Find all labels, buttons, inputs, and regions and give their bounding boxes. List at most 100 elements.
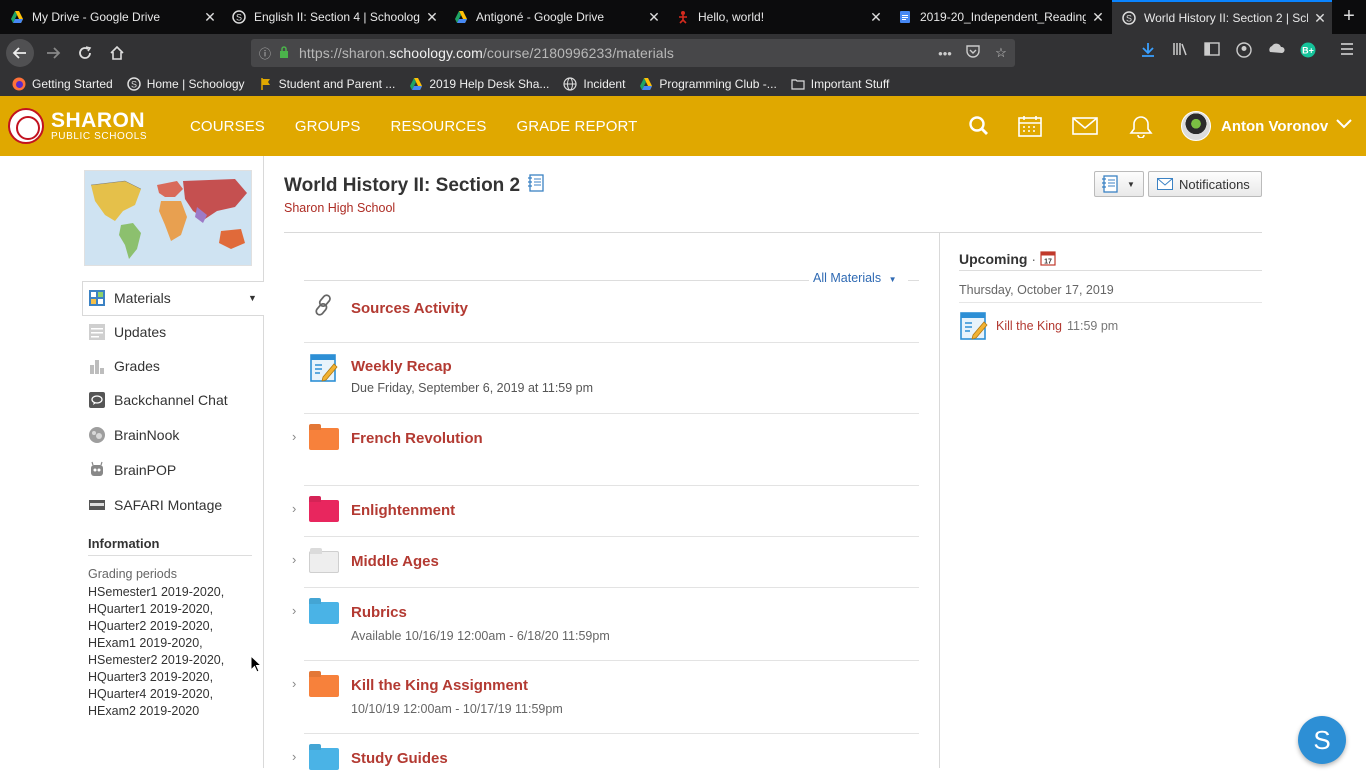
material-row-enlightenment[interactable]: › Enlightenment (292, 486, 919, 537)
material-row-rubrics[interactable]: › Rubrics Available 10/16/19 12:00am - 6… (292, 588, 919, 661)
sidebar-item-safari-montage[interactable]: SAFARI Montage (88, 496, 222, 514)
logo-title[interactable]: SHARON (51, 109, 145, 133)
sidebar-item-backchannel-chat[interactable]: Backchannel Chat (88, 391, 228, 409)
chevron-right-icon[interactable]: › (292, 676, 296, 691)
sidebar-item-grades[interactable]: Grades (88, 357, 160, 375)
calendar-day-number: 17 (1044, 259, 1052, 266)
new-tab-button[interactable]: + (1338, 5, 1360, 28)
assignment-icon (960, 312, 988, 340)
material-title[interactable]: Rubrics (351, 604, 407, 621)
chevron-right-icon[interactable]: › (292, 501, 296, 516)
grading-periods-list: HSemester1 2019-2020, HQuarter1 2019-202… (88, 584, 224, 720)
sidebar-item-materials[interactable]: Materials (88, 289, 171, 307)
bookmark-programming-club[interactable]: Programming Club -... (639, 77, 777, 91)
course-notebook-icon[interactable] (527, 174, 545, 192)
upcoming-item-link[interactable]: Kill the King (996, 319, 1062, 333)
close-icon[interactable]: ✕ (198, 9, 222, 26)
back-button[interactable] (6, 39, 34, 67)
material-row-weekly-recap[interactable]: Weekly Recap Due Friday, September 6, 20… (304, 343, 919, 414)
pocket-icon[interactable] (959, 45, 987, 61)
library-icon[interactable] (1169, 42, 1191, 60)
browser-tab-my-drive[interactable]: My Drive - Google Drive ✕ (0, 0, 222, 34)
reload-button[interactable] (72, 40, 98, 66)
sidebar-item-brainnook[interactable]: BrainNook (88, 426, 179, 444)
browser-tab-antigone[interactable]: Antigoné - Google Drive ✕ (444, 0, 666, 34)
material-title[interactable]: Kill the King Assignment (351, 677, 528, 694)
close-icon[interactable]: ✕ (1308, 10, 1332, 27)
browser-tab-world-history[interactable]: S World History II: Section 2 | Schoolog… (1112, 0, 1332, 34)
nav-groups[interactable]: GROUPS (295, 118, 361, 135)
school-seal-logo[interactable] (8, 108, 44, 144)
material-row-study-guides[interactable]: › Study Guides (292, 734, 919, 770)
calendar-day-icon[interactable]: 17 (1040, 250, 1056, 266)
nav-resources[interactable]: RESOURCES (391, 118, 487, 135)
bookmark-help-desk[interactable]: 2019 Help Desk Sha... (409, 77, 549, 91)
material-row-french-revolution[interactable]: › French Revolution (292, 414, 919, 486)
material-row-middle-ages[interactable]: › Middle Ages (292, 537, 919, 588)
bookmark-home-schoology[interactable]: S Home | Schoology (126, 77, 245, 91)
material-title[interactable]: Sources Activity (351, 300, 468, 317)
caret-down-icon[interactable]: ▼ (248, 293, 257, 303)
download-icon[interactable] (1137, 42, 1159, 62)
more-actions-icon[interactable]: ••• (931, 46, 959, 61)
nav-grade-report[interactable]: GRADE REPORT (516, 118, 637, 135)
course-options-button[interactable]: ▼ (1094, 171, 1144, 197)
school-name-link[interactable]: Sharon High School (284, 201, 395, 215)
material-title[interactable]: French Revolution (351, 430, 483, 447)
notifications-button[interactable]: Notifications (1148, 171, 1262, 197)
material-row-sources-activity[interactable]: Sources Activity (304, 286, 919, 343)
sidebar-toggle-icon[interactable] (1201, 42, 1223, 60)
information-heading: Information (88, 536, 160, 551)
material-title[interactable]: Weekly Recap (351, 358, 452, 375)
chevron-right-icon[interactable]: › (292, 603, 296, 618)
sidebar-item-brainpop[interactable]: BrainPOP (88, 461, 176, 479)
course-profile-image[interactable] (84, 170, 252, 266)
calendar-icon[interactable] (1017, 114, 1043, 138)
grading-period: HExam2 2019-2020 (88, 704, 200, 718)
nav-courses[interactable]: COURSES (190, 118, 265, 135)
help-chat-button[interactable]: S (1298, 716, 1346, 764)
url-text[interactable]: https://sharon.schoology.com/course/2180… (299, 45, 931, 61)
chevron-down-icon[interactable] (1335, 116, 1353, 130)
chevron-right-icon[interactable]: › (292, 429, 296, 444)
material-row-kill-the-king[interactable]: › Kill the King Assignment 10/10/19 12:0… (292, 661, 919, 734)
info-icon[interactable]: ⓘ (251, 45, 279, 62)
logo-subtitle[interactable]: PUBLIC SCHOOLS (51, 131, 147, 142)
sidebar-item-updates[interactable]: Updates (88, 323, 166, 341)
grammarly-extension-icon[interactable]: B+ (1297, 42, 1319, 62)
all-materials-filter[interactable]: All Materials ▼ (813, 271, 896, 285)
search-icon[interactable] (966, 114, 992, 138)
account-icon[interactable] (1233, 42, 1255, 62)
extension-icon[interactable] (1265, 42, 1287, 60)
brainnook-icon (89, 427, 105, 443)
tab-title: 2019-20_Independent_Reading (920, 10, 1086, 24)
bookmark-star-icon[interactable]: ☆ (987, 45, 1015, 61)
chevron-right-icon[interactable]: › (292, 749, 296, 764)
close-icon[interactable]: ✕ (420, 9, 444, 26)
browser-tab-reading[interactable]: 2019-20_Independent_Reading ✕ (888, 0, 1110, 34)
hamburger-menu-icon[interactable] (1336, 42, 1358, 59)
user-name[interactable]: Anton Voronov (1221, 118, 1328, 135)
bookmark-student-parent[interactable]: Student and Parent ... (259, 77, 395, 91)
url-bar[interactable]: ⓘ https://sharon.schoology.com/course/21… (251, 39, 1015, 67)
bookmark-incident[interactable]: Incident (563, 77, 625, 91)
bell-icon[interactable] (1128, 114, 1154, 138)
chevron-right-icon[interactable]: › (292, 552, 296, 567)
material-title[interactable]: Enlightenment (351, 502, 455, 519)
browser-tab-hello[interactable]: Hello, world! ✕ (666, 0, 888, 34)
avatar[interactable] (1181, 111, 1211, 141)
mail-icon[interactable] (1072, 114, 1098, 138)
browser-tab-english[interactable]: S English II: Section 4 | Schoology ✕ (222, 0, 444, 34)
bookmark-important-stuff[interactable]: Important Stuff (791, 77, 889, 91)
close-icon[interactable]: ✕ (864, 9, 888, 26)
material-title[interactable]: Study Guides (351, 750, 448, 767)
svg-text:B+: B+ (1302, 46, 1314, 56)
brainpop-icon (91, 461, 103, 476)
grades-icon (90, 360, 104, 374)
forward-button[interactable] (40, 40, 66, 66)
material-title[interactable]: Middle Ages (351, 553, 439, 570)
close-icon[interactable]: ✕ (1086, 9, 1110, 26)
home-button[interactable] (104, 40, 130, 66)
bookmark-getting-started[interactable]: Getting Started (12, 77, 113, 91)
close-icon[interactable]: ✕ (642, 9, 666, 26)
